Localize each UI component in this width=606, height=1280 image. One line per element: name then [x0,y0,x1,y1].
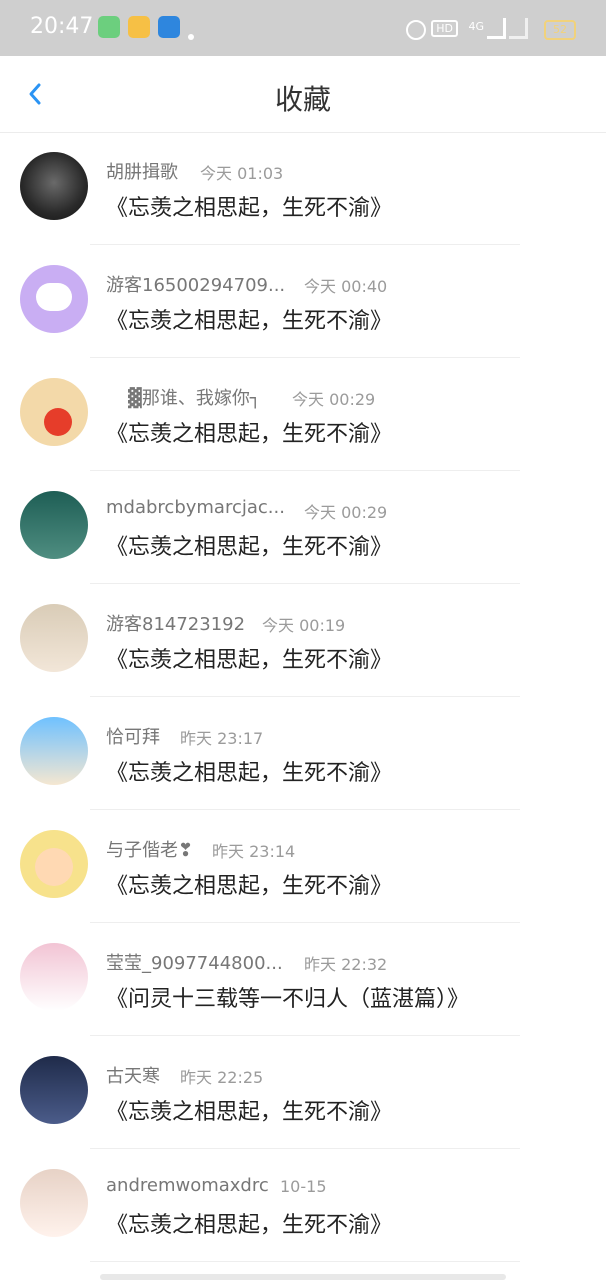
scroll-handle [100,1274,506,1280]
story-title[interactable]: 《忘羡之相思起，生死不渝》 [106,755,392,787]
timestamp: 10-15 [280,1177,327,1196]
user-name: 恰可拜 [106,727,160,748]
list-item[interactable]: 恰可拜 昨天 23:17 《忘羡之相思起，生死不渝》 [0,697,606,810]
network-type: 4G [468,20,484,33]
user-name: mdabrcbymarcjac... [106,497,285,518]
cartoon-face-icon [35,848,73,886]
divider [90,1261,520,1262]
avatar[interactable] [20,1056,88,1124]
signal-icon [487,18,506,39]
list-item[interactable]: 古天寒 昨天 22:25 《忘羡之相思起，生死不渝》 [0,1036,606,1149]
list-item[interactable]: 莹莹_9097744800... 昨天 22:32 《问灵十三载等一不归人（蓝湛… [0,923,606,1036]
chat-bubble-icon [36,283,72,311]
wechat-icon [98,16,120,38]
list-item[interactable]: andremwomaxdrc 10-15 《忘羡之相思起，生死不渝》 [0,1149,606,1262]
status-bar: 20:47 HD 4G 52 [0,0,606,56]
avatar[interactable] [20,378,88,446]
list-item[interactable]: ▓那谁、我嫁你┐ 今天 00:29 《忘羡之相思起，生死不渝》 [0,358,606,471]
list-item[interactable]: 游客16500294709... 今天 00:40 《忘羡之相思起，生死不渝》 [0,245,606,358]
user-name: 古天寒 [106,1066,160,1087]
avatar[interactable] [20,943,88,1011]
avatar[interactable] [20,152,88,220]
user-name: 游客814723192 [106,614,246,635]
avatar[interactable] [20,491,88,559]
list-item[interactable]: 游客814723192 今天 00:19 《忘羡之相思起，生死不渝》 [0,584,606,697]
story-title[interactable]: 《问灵十三载等一不归人（蓝湛篇）》 [106,981,469,1013]
hd-badge: HD [431,20,458,37]
app-notification-icon [158,16,180,38]
avatar[interactable] [20,265,88,333]
user-name: 游客16500294709... [106,275,286,296]
weibo-icon [128,16,150,38]
status-time: 20:47 [30,14,94,39]
avatar[interactable] [20,717,88,785]
wifi-icon [509,18,528,39]
user-name: 莹莹_9097744800... [106,953,283,974]
user-name: 与子偕老❣ [106,840,194,861]
favorites-list: 胡肼揖歌 今天 01:03 《忘羡之相思起，生死不渝》 游客1650029470… [0,132,606,1262]
story-title[interactable]: 《忘羡之相思起，生死不渝》 [106,190,392,222]
timestamp: 今天 00:29 [292,390,376,409]
user-name: 胡肼揖歌 [106,162,178,183]
avatar[interactable] [20,830,88,898]
top-nav-bar: 收藏 [0,56,606,133]
timestamp: 今天 00:40 [304,277,388,296]
timestamp: 昨天 22:32 [304,955,388,974]
timestamp: 今天 01:03 [200,164,284,183]
user-name: andremwomaxdrc [106,1175,269,1196]
more-notifications-dot-icon [188,34,194,40]
list-item[interactable]: mdabrcbymarcjac... 今天 00:29 《忘羡之相思起，生死不渝… [0,471,606,584]
story-title[interactable]: 《忘羡之相思起，生死不渝》 [106,303,392,335]
story-title[interactable]: 《忘羡之相思起，生死不渝》 [106,642,392,674]
apple-icon [44,408,72,436]
battery-icon: 52 [544,20,576,40]
story-title[interactable]: 《忘羡之相思起，生死不渝》 [106,1207,392,1239]
story-title[interactable]: 《忘羡之相思起，生死不渝》 [106,416,392,448]
avatar[interactable] [20,604,88,672]
timestamp: 昨天 22:25 [180,1068,264,1087]
list-item[interactable]: 胡肼揖歌 今天 01:03 《忘羡之相思起，生死不渝》 [0,132,606,245]
user-name: ▓那谁、我嫁你┐ [128,388,261,409]
alarm-icon [406,20,426,40]
timestamp: 昨天 23:17 [180,729,264,748]
story-title[interactable]: 《忘羡之相思起，生死不渝》 [106,868,392,900]
timestamp: 昨天 23:14 [212,842,296,861]
timestamp: 今天 00:29 [304,503,388,522]
story-title[interactable]: 《忘羡之相思起，生死不渝》 [106,529,392,561]
story-title[interactable]: 《忘羡之相思起，生死不渝》 [106,1094,392,1126]
avatar[interactable] [20,1169,88,1237]
timestamp: 今天 00:19 [262,616,346,635]
list-item[interactable]: 与子偕老❣ 昨天 23:14 《忘羡之相思起，生死不渝》 [0,810,606,923]
page-title: 收藏 [274,83,331,116]
